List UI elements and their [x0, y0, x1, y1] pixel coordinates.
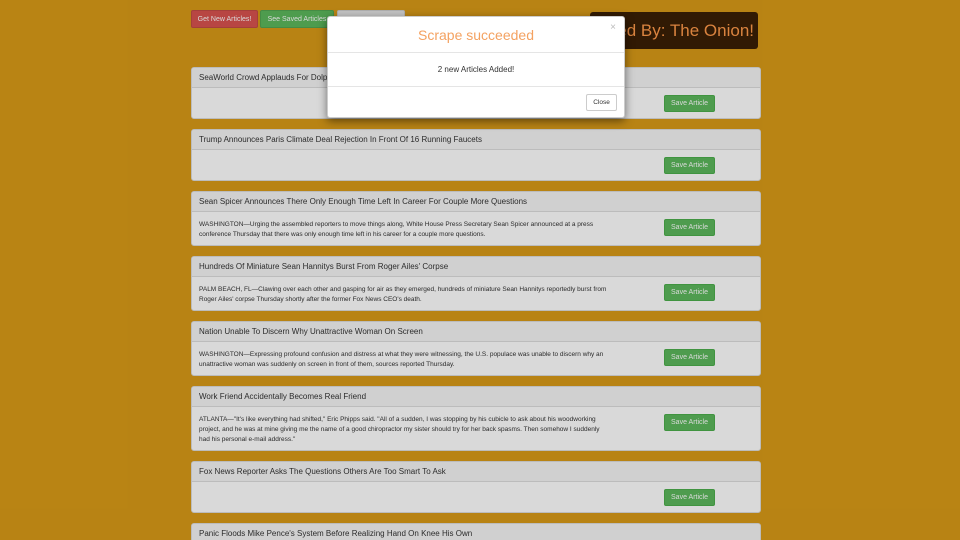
- scrape-result-modal: Scrape succeeded × 2 new Articles Added!…: [327, 16, 625, 118]
- modal-title: Scrape succeeded: [418, 26, 534, 43]
- modal-footer: Close: [328, 87, 624, 118]
- page: Get New Articles! See Saved Articles Pow…: [0, 0, 960, 540]
- close-icon[interactable]: ×: [610, 22, 616, 33]
- close-button[interactable]: Close: [586, 94, 617, 111]
- modal-header: Scrape succeeded ×: [328, 17, 624, 53]
- modal-message: 2 new Articles Added!: [328, 53, 624, 87]
